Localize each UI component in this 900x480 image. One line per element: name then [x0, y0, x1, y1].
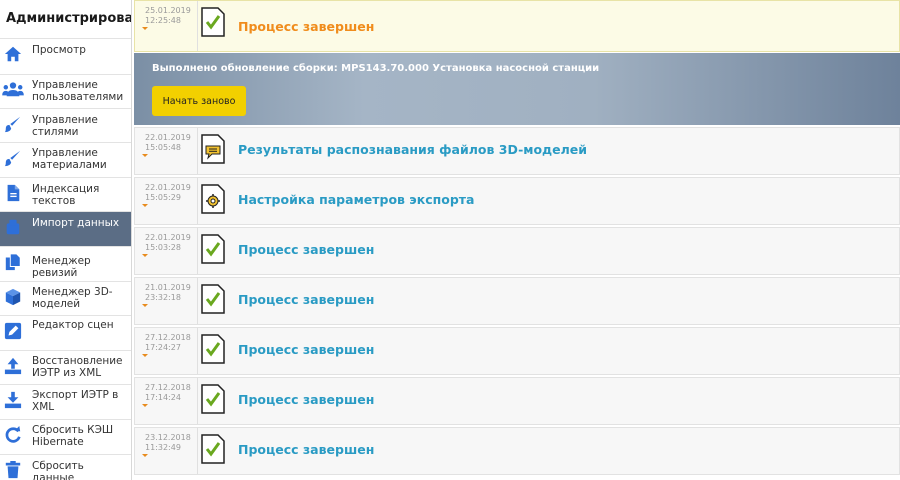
sidebar-item-label: Управление материалами: [32, 147, 107, 171]
expand-caret-icon[interactable]: [142, 354, 148, 357]
expand-caret-icon[interactable]: [142, 454, 148, 457]
import-icon: [6, 219, 20, 235]
sidebar-item-label: Восстановление ИЭТР из XML: [32, 355, 123, 379]
sidebar-item-label: Управление пользователями: [32, 79, 124, 103]
expand-caret-icon[interactable]: [142, 254, 148, 257]
sidebar-item-label: Экспорт ИЭТР в XML: [32, 389, 119, 413]
check-document-icon: [201, 434, 225, 464]
task-list: 25.01.2019 12:25:48 Процесс завершен Выпо…: [134, 0, 900, 480]
task-date: 22.01.2019 15:05:48: [145, 133, 191, 152]
expand-caret-icon[interactable]: [142, 404, 148, 407]
task-title[interactable]: Процесс завершен: [238, 242, 374, 257]
task-row[interactable]: 21.01.2019 23:32:18 Процесс завершен: [134, 277, 900, 325]
task-row[interactable]: 23.12.2018 11:32:49 Процесс завершен: [134, 427, 900, 475]
sidebar-item-text-indexing[interactable]: Индексация текстов: [0, 178, 131, 212]
sidebar-item-label: Редактор сцен: [32, 319, 114, 331]
sidebar-item-label: Импорт данных: [32, 217, 120, 229]
trash-icon: [5, 461, 21, 479]
cube-icon: [5, 288, 21, 306]
sidebar-item-data-import[interactable]: Импорт данных: [0, 212, 131, 247]
brush-icon: [4, 150, 21, 167]
gear-document-icon: [201, 184, 225, 214]
upload-icon: [4, 357, 22, 375]
sidebar-item-styles[interactable]: Управление стилями: [0, 109, 131, 143]
sidebar-item-label: Индексация текстов: [32, 183, 100, 207]
sidebar-item-label: Просмотр: [32, 44, 86, 56]
sidebar-title: Администрирование: [0, 0, 131, 39]
task-detail-message: Выполнено обновление сборки: MPS143.70.0…: [152, 63, 600, 74]
sidebar-item-users[interactable]: Управление пользователями: [0, 75, 131, 109]
task-date: 22.01.2019 15:05:29: [145, 183, 191, 202]
task-detail-panel: Выполнено обновление сборки: MPS143.70.0…: [134, 53, 900, 125]
task-title[interactable]: Результаты распознавания файлов 3D-модел…: [238, 142, 587, 157]
task-date: 22.01.2019 15:03:28: [145, 233, 191, 252]
task-row[interactable]: 25.01.2019 12:25:48 Процесс завершен: [134, 0, 900, 52]
task-date: 27.12.2018 17:14:24: [145, 383, 191, 402]
sidebar-item-restore-xml[interactable]: Восстановление ИЭТР из XML: [0, 351, 131, 385]
task-row[interactable]: 27.12.2018 17:24:27 Процесс завершен: [134, 327, 900, 375]
sidebar-item-label: Менеджер ревизий: [32, 255, 91, 279]
comment-document-icon: [201, 134, 225, 164]
home-icon: [4, 46, 22, 62]
task-date: 25.01.2019 12:25:48: [145, 6, 191, 25]
sidebar-item-reset-data[interactable]: Сбросить данные: [0, 455, 131, 480]
users-icon: [2, 82, 24, 97]
check-document-icon: [201, 7, 225, 37]
sidebar-item-reset-cache[interactable]: Сбросить КЭШ Hibernate: [0, 420, 131, 455]
task-date: 21.01.2019 23:32:18: [145, 283, 191, 302]
document-icon: [7, 184, 20, 202]
sidebar-item-scene-editor[interactable]: Редактор сцен: [0, 316, 131, 351]
download-icon: [4, 391, 22, 409]
sidebar-item-label: Управление стилями: [32, 114, 98, 138]
check-document-icon: [201, 234, 225, 264]
task-title[interactable]: Процесс завершен: [238, 342, 374, 357]
sidebar-item-view[interactable]: Просмотр: [0, 39, 131, 75]
expand-caret-icon[interactable]: [142, 204, 148, 207]
copy-icon: [5, 253, 21, 271]
sidebar-item-label: Менеджер 3D-моделей: [32, 286, 113, 310]
edit-icon: [4, 322, 22, 340]
check-document-icon: [201, 334, 225, 364]
brush-icon: [4, 116, 21, 133]
task-date: 23.12.2018 11:32:49: [145, 433, 191, 452]
task-title[interactable]: Процесс завершен: [238, 392, 374, 407]
task-title[interactable]: Процесс завершен: [238, 19, 374, 34]
sidebar-item-label: Сбросить КЭШ Hibernate: [32, 424, 114, 448]
task-row[interactable]: 27.12.2018 17:14:24 Процесс завершен: [134, 377, 900, 425]
check-document-icon: [201, 284, 225, 314]
sidebar: Администрирование Просмотр Управление по…: [0, 0, 132, 480]
sidebar-item-revision-manager[interactable]: Менеджер ревизий: [0, 247, 131, 282]
task-date: 27.12.2018 17:24:27: [145, 333, 191, 352]
sidebar-item-export-xml[interactable]: Экспорт ИЭТР в XML: [0, 385, 131, 420]
task-row[interactable]: 22.01.2019 15:05:48 Результаты распознава…: [134, 127, 900, 175]
task-row[interactable]: 22.01.2019 15:03:28 Процесс завершен: [134, 227, 900, 275]
task-title[interactable]: Процесс завершен: [238, 292, 374, 307]
expand-caret-icon[interactable]: [142, 154, 148, 157]
task-row[interactable]: 22.01.2019 15:05:29 Настройка параметров …: [134, 177, 900, 225]
expand-caret-icon[interactable]: [142, 27, 148, 30]
sidebar-item-label: Сбросить данные: [32, 460, 84, 480]
task-title[interactable]: Процесс завершен: [238, 442, 374, 457]
task-title[interactable]: Настройка параметров экспорта: [238, 192, 474, 207]
sidebar-item-materials[interactable]: Управление материалами: [0, 143, 131, 178]
refresh-icon: [5, 426, 21, 443]
restart-button[interactable]: Начать заново: [152, 86, 246, 116]
check-document-icon: [201, 384, 225, 414]
expand-caret-icon[interactable]: [142, 304, 148, 307]
sidebar-item-3d-manager[interactable]: Менеджер 3D-моделей: [0, 282, 131, 316]
